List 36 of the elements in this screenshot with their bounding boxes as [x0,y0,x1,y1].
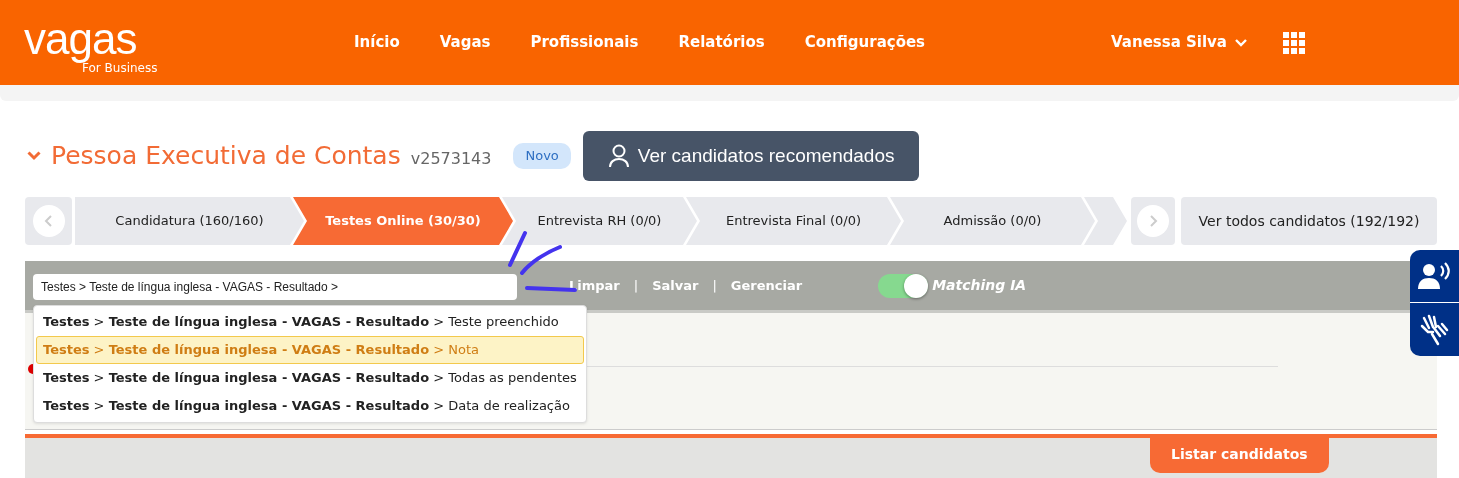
all-candidates-button[interactable]: Ver todos candidatos (192/192) [1181,197,1437,245]
job-title: Pessoa Executiva de Contas [51,140,401,173]
suggestion-item[interactable]: Testes > Teste de língua inglesa - VAGAS - Resultado > Nota [36,336,584,364]
user-menu[interactable]: Vanessa Silva [1111,31,1227,54]
filter-action-link[interactable]: Limpar [569,275,620,296]
suggestion-item[interactable]: Testes > Teste de língua inglesa - VAGAS - Resultado > Data de realização [36,392,584,420]
chevron-down-icon [1235,38,1247,47]
pipeline-step[interactable]: Candidatura (160/160) [75,197,304,245]
recommended-candidates-button[interactable]: Ver candidatos recomendados [582,130,920,182]
separator: | [712,276,717,295]
job-code: v2573143 [410,148,492,170]
apps-grid-icon[interactable] [1283,31,1305,54]
pipeline-step[interactable]: Admissão (0/0) [890,197,1095,245]
nav-link[interactable]: Início [354,31,400,54]
status-badge: Novo [513,143,571,169]
suggestion-item[interactable]: Testes > Teste de língua inglesa - VAGAS - Resultado > Teste preenchido [36,308,584,336]
pipeline-step[interactable]: Entrevista Final (0/0) [686,197,901,245]
nav-link[interactable]: Vagas [439,31,491,54]
filter-action-link[interactable]: Salvar [652,275,699,296]
person-icon [607,144,630,168]
list-candidates-button[interactable]: Listar candidatos [1150,438,1329,473]
filter-action-link[interactable]: Gerenciar [730,275,803,296]
separator: | [633,276,639,295]
suggestion-item[interactable]: Testes > Teste de língua inglesa - VAGAS - Resultado > Todas as pendentes [36,364,584,392]
nav-link[interactable]: Configurações [804,31,926,54]
filter-field[interactable]: Testes > Teste de língua inglesa - VAGAS - Resultado > [33,274,517,300]
nav-link[interactable]: Profissionais [530,31,639,54]
chevron-left-icon [32,205,65,237]
nav-link[interactable]: Relatórios [678,31,765,54]
logo[interactable]: vagas [24,16,314,61]
chevron-right-icon [1137,205,1169,237]
chevron-down-icon[interactable] [27,151,41,161]
pipeline-step[interactable]: Testes Online (30/30) [293,197,513,245]
matching-toggle[interactable] [878,273,929,298]
pipeline-step[interactable]: Entrevista RH (0/0) [502,197,697,245]
toggle-label: Matching IA [932,276,1027,295]
